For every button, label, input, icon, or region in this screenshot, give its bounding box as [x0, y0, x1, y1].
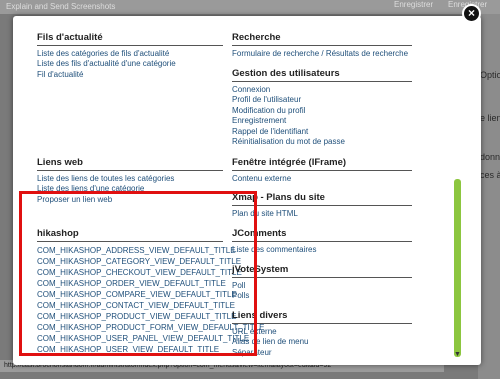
menu-type-link[interactable]: Séparateur	[232, 348, 412, 358]
menu-type-link[interactable]: Liste des liens d'une catégorie	[37, 184, 223, 194]
menu-type-link[interactable]: Alias de lien de menu	[232, 337, 412, 347]
menu-type-link[interactable]: Fil d'actualité	[37, 70, 223, 80]
menu-type-link[interactable]: Plan du site HTML	[232, 209, 412, 219]
section-search: Recherche Formulaire de recherche / Résu…	[232, 32, 412, 59]
menu-type-link[interactable]: COM_HIKASHOP_ADDRESS_VIEW_DEFAULT_TITLE	[37, 245, 236, 256]
section-jcomments: JComments Liste des commentaires	[232, 228, 412, 255]
close-icon[interactable]: ×	[462, 4, 481, 23]
scroll-down-arrow-icon[interactable]: ▼	[454, 351, 461, 358]
menu-type-link[interactable]: Proposer un lien web	[37, 195, 223, 205]
menu-type-link[interactable]: Modification du profil	[232, 106, 412, 116]
background-edge-text: Optio	[480, 70, 500, 80]
menu-type-link[interactable]: COM_HIKASHOP_PRODUCT_FORM_VIEW_DEFAULT_T…	[37, 322, 264, 333]
background-admin-bar: Explain and Send Screenshots Enregistrer…	[0, 0, 500, 14]
menu-item-type-modal: Fils d'actualité Liste des catégories de…	[13, 16, 481, 365]
menu-type-link[interactable]: Liste des fils d'actualité d'une catégor…	[37, 59, 223, 69]
section-heading: Gestion des utilisateurs	[232, 68, 412, 82]
section-feeds: Fils d'actualité Liste des catégories de…	[37, 32, 223, 80]
menu-type-link[interactable]: COM_HIKASHOP_COMPARE_VIEW_DEFAULT_TITLE	[37, 289, 237, 300]
menu-type-link[interactable]: Enregistrement	[232, 116, 412, 126]
section-heading: Liens divers	[232, 310, 412, 324]
background-edge-text: ces à	[480, 170, 500, 180]
menu-type-link[interactable]: Poll	[232, 281, 412, 291]
menu-type-link[interactable]: Réinitialisation du mot de passe	[232, 137, 412, 147]
background-edge: Optio e lien donne ces à	[478, 14, 500, 379]
menu-type-link[interactable]: URL externe	[232, 327, 412, 337]
scrollbar-thumb[interactable]	[454, 179, 461, 357]
menu-type-link[interactable]: COM_HIKASHOP_PRODUCT_VIEW_DEFAULT_TITLE	[37, 311, 236, 322]
section-xmap: Xmap - Plans du site Plan du site HTML	[232, 192, 412, 219]
menu-type-link[interactable]: Rappel de l'identifiant	[232, 127, 412, 137]
menu-type-link[interactable]: Contenu externe	[232, 174, 412, 184]
menu-type-link[interactable]: Profil de l'utilisateur	[232, 95, 412, 105]
section-heading: Recherche	[232, 32, 412, 46]
menu-type-link[interactable]: COM_HIKASHOP_CHECKOUT_VIEW_DEFAULT_TITLE	[37, 267, 242, 278]
menu-type-link[interactable]: COM_HIKASHOP_CATEGORY_VIEW_DEFAULT_TITLE	[37, 256, 241, 267]
menu-type-link[interactable]: Formulaire de recherche / Résultats de r…	[232, 49, 412, 59]
section-hikashop: hikashop COM_HIKASHOP_ADDRESS_VIEW_DEFAU…	[37, 228, 264, 355]
section-users: Gestion des utilisateurs Connexion Profi…	[232, 68, 412, 147]
menu-type-link[interactable]: Liste des liens de toutes les catégories	[37, 174, 223, 184]
section-weblinks: Liens web Liste des liens de toutes les …	[37, 157, 223, 205]
menu-type-link[interactable]: Liste des catégories de fils d'actualité	[37, 49, 223, 59]
menu-type-link[interactable]: Liste des commentaires	[232, 245, 412, 255]
background-edge-text: donne	[480, 152, 500, 162]
menu-type-link[interactable]: COM_HIKASHOP_USER_PANEL_VIEW_DEFAULT_TIT…	[37, 333, 249, 344]
menu-type-link[interactable]: COM_HIKASHOP_CONTACT_VIEW_DEFAULT_TITLE	[37, 300, 235, 311]
section-heading: hikashop	[37, 228, 223, 242]
menu-type-link[interactable]: COM_HIKASHOP_ORDER_VIEW_DEFAULT_TITLE	[37, 278, 226, 289]
section-jvotesystem: jVoteSystem Poll Polls	[232, 264, 412, 302]
background-edge-text: e lien	[480, 113, 500, 123]
section-heading: JComments	[232, 228, 412, 242]
section-iframe: Fenêtre intégrée (IFrame) Contenu extern…	[232, 157, 412, 184]
section-heading: Xmap - Plans du site	[232, 192, 412, 206]
section-misc-links: Liens divers URL externe Alias de lien d…	[232, 310, 412, 358]
section-heading: jVoteSystem	[232, 264, 412, 278]
background-title: Explain and Send Screenshots	[6, 2, 116, 11]
menu-type-link[interactable]: Connexion	[232, 85, 412, 95]
section-heading: Fenêtre intégrée (IFrame)	[232, 157, 412, 171]
background-save-label: Enregistrer	[394, 0, 434, 9]
section-heading: Liens web	[37, 157, 223, 171]
menu-type-link[interactable]: COM_HIKASHOP_USER_VIEW_DEFAULT_TITLE	[37, 344, 223, 355]
menu-type-link[interactable]: Polls	[232, 291, 412, 301]
section-heading: Fils d'actualité	[37, 32, 223, 46]
